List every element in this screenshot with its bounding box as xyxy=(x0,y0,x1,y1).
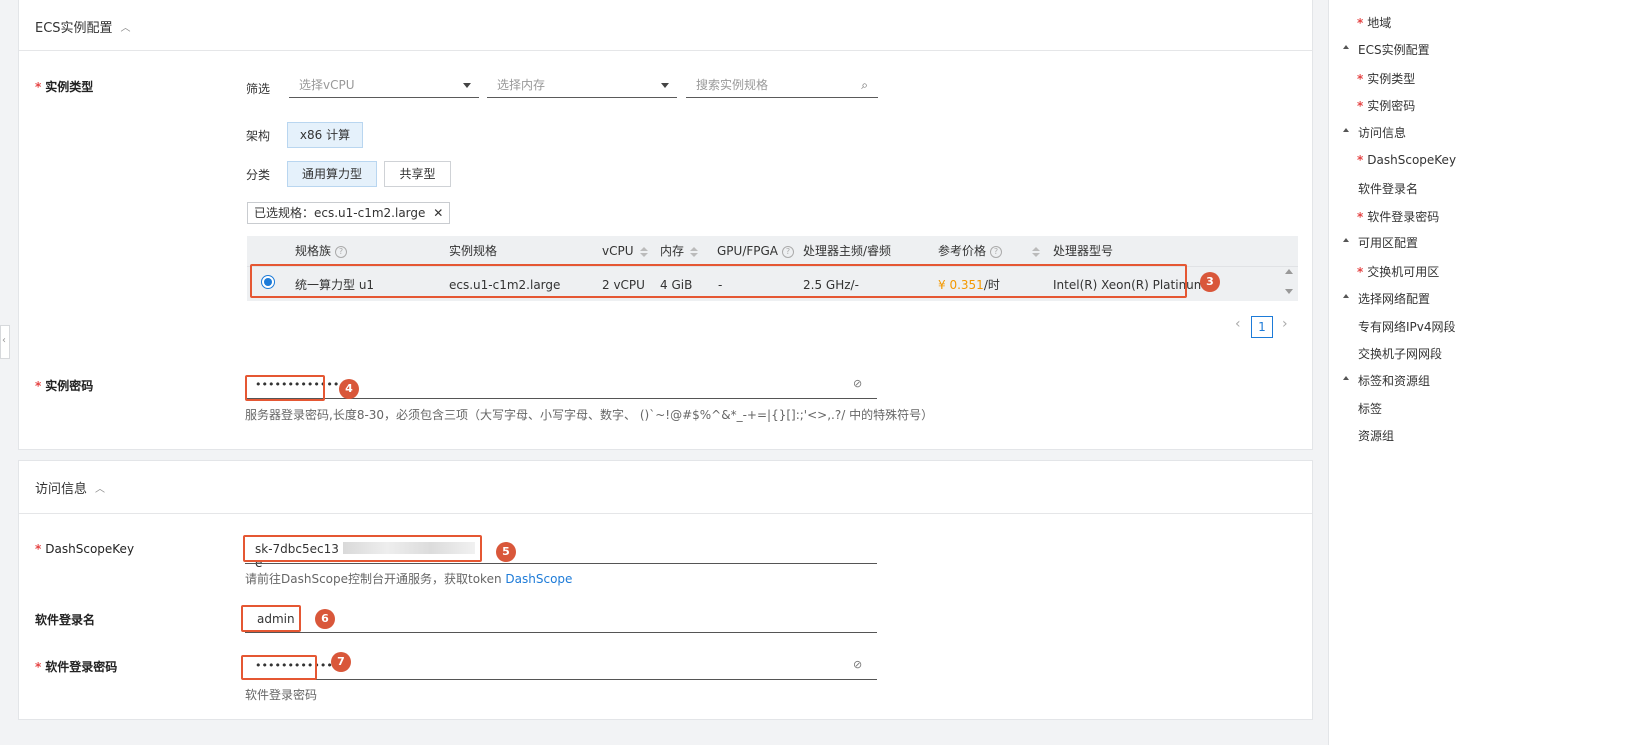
nav-group-tags[interactable]: 标签和资源组 xyxy=(1358,372,1430,389)
access-info-header[interactable]: 访问信息 ︿ xyxy=(35,461,105,513)
annotation-badge-3: 3 xyxy=(1200,272,1220,292)
divider xyxy=(19,50,1312,51)
caret-down-icon xyxy=(463,83,471,88)
eye-hidden-icon[interactable]: ⊘ xyxy=(853,658,862,671)
ecs-config-header[interactable]: ECS实例配置 ︿ xyxy=(35,0,131,52)
caret-up-icon xyxy=(1343,128,1349,132)
nav-item-instance-password[interactable]: * 实例密码 xyxy=(1357,97,1415,114)
pager-prev-icon[interactable]: ‹ xyxy=(1235,316,1241,332)
selected-spec-text: 已选规格：ecs.u1-c1m2.large xyxy=(254,206,426,220)
th-spec: 实例规格 xyxy=(449,244,498,258)
filter-label: 筛选 xyxy=(246,82,271,96)
anchor-sidebar: * 地域 ECS实例配置 * 实例类型 * 实例密码 访问信息 * DashScopeK… xyxy=(1328,0,1636,745)
annotation-box-7 xyxy=(241,655,317,680)
section-title: 访问信息 xyxy=(35,482,88,497)
th-gpu: GPU/FPGA? xyxy=(717,234,795,268)
pager-page-1[interactable]: 1 xyxy=(1251,316,1273,338)
caret-up-icon xyxy=(1343,376,1349,380)
help-icon: ? xyxy=(990,246,1003,258)
th-cpu-model: 处理器型号 xyxy=(1053,244,1114,258)
login-name-underline xyxy=(245,632,877,633)
dashscope-link[interactable]: DashScope xyxy=(505,572,572,586)
dashscope-key-label: * DashScopeKey xyxy=(35,542,135,556)
table-header: 规格族? 实例规格 vCPU 内存 GPU/FPGA? 处理器主频/睿频 参考价… xyxy=(247,236,1298,266)
sort-icon[interactable] xyxy=(1032,247,1041,257)
divider xyxy=(19,513,1312,514)
annotation-box-5 xyxy=(243,535,482,562)
search-placeholder: 搜索实例规格 xyxy=(696,78,769,92)
th-memory: 内存 xyxy=(660,234,699,268)
dashscope-hint: 请前往DashScope控制台开通服务，获取token DashScope xyxy=(245,572,573,586)
nav-group-zone[interactable]: 可用区配置 xyxy=(1358,234,1418,251)
annotation-badge-4: 4 xyxy=(339,379,359,399)
access-info-card: 访问信息︿ *DashScopeKey sk-7dbc5ec13 e 5 请前往… xyxy=(18,460,1313,720)
th-vcpu: vCPU xyxy=(602,234,648,268)
nav-item-region[interactable]: * 地域 xyxy=(1357,14,1391,31)
category-label: 分类 xyxy=(246,168,271,182)
arch-label: 架构 xyxy=(246,129,271,143)
password-hint: 服务器登录密码,长度8-30，必须包含三项（大写字母、小写字母、数字、 ()`~… xyxy=(245,408,934,422)
th-family: 规格族? xyxy=(295,234,348,268)
instance-type-label: * 实例类型 xyxy=(35,80,94,94)
arch-option-x86[interactable]: x86 计算 xyxy=(287,122,363,148)
table-scrollbar[interactable] xyxy=(1283,269,1295,299)
memory-select-placeholder: 选择内存 xyxy=(497,78,546,92)
nav-item-vswitch-cidr[interactable]: 交换机子网网段 xyxy=(1358,345,1442,362)
nav-group-ecs[interactable]: ECS实例配置 xyxy=(1358,41,1430,58)
selected-spec-tag: 已选规格：ecs.u1-c1m2.large ✕ xyxy=(247,202,451,224)
chevron-left-icon: ‹ xyxy=(2,335,6,346)
help-icon: ? xyxy=(335,246,348,258)
nav-item-vpc-cidr[interactable]: 专有网络IPv4网段 xyxy=(1358,318,1456,335)
vcpu-select[interactable]: 选择vCPU xyxy=(289,72,479,98)
close-icon[interactable]: ✕ xyxy=(433,206,443,220)
category-option-shared[interactable]: 共享型 xyxy=(384,161,451,187)
password-underline xyxy=(245,398,877,399)
nav-item-login-name[interactable]: 软件登录名 xyxy=(1358,180,1418,197)
spec-search-input[interactable]: 搜索实例规格 ⌕ xyxy=(686,72,878,98)
annotation-box-6 xyxy=(241,605,301,632)
help-icon: ? xyxy=(782,246,795,258)
nav-item-dashscope-key[interactable]: * DashScopeKey xyxy=(1357,153,1456,167)
category-option-general[interactable]: 通用算力型 xyxy=(287,161,377,187)
nav-item-switch-zone[interactable]: * 交换机可用区 xyxy=(1357,263,1439,280)
th-freq: 处理器主频/睿频 xyxy=(803,244,892,258)
login-password-hint: 软件登录密码 xyxy=(245,688,318,702)
caret-up-icon xyxy=(1343,238,1349,242)
sort-icon[interactable] xyxy=(690,247,699,257)
sort-icon[interactable] xyxy=(639,247,648,257)
caret-down-icon xyxy=(661,83,669,88)
annotation-badge-5: 5 xyxy=(496,542,516,562)
nav-item-tags[interactable]: 标签 xyxy=(1358,400,1382,417)
section-title: ECS实例配置 xyxy=(35,21,113,36)
th-price: 参考价格? xyxy=(938,234,1041,268)
nav-group-network[interactable]: 选择网络配置 xyxy=(1358,290,1430,307)
annotation-badge-6: 6 xyxy=(315,609,335,629)
search-icon[interactable]: ⌕ xyxy=(861,72,868,98)
dashscope-underline xyxy=(245,563,877,564)
annotation-box-4 xyxy=(245,375,325,401)
annotation-badge-7: 7 xyxy=(331,652,351,672)
pager-next-icon[interactable]: › xyxy=(1282,316,1288,332)
scroll-down-icon[interactable] xyxy=(1285,289,1293,294)
nav-item-login-password[interactable]: * 软件登录密码 xyxy=(1357,208,1439,225)
nav-item-instance-type[interactable]: * 实例类型 xyxy=(1357,70,1415,87)
caret-up-icon xyxy=(1343,45,1349,49)
scroll-up-icon[interactable] xyxy=(1285,269,1293,274)
ecs-config-card: ECS实例配置 ︿ * 实例类型 筛选 选择vCPU 选择内存 搜索实例规格 ⌕ 架… xyxy=(18,0,1313,450)
collapse-handle[interactable]: ‹ xyxy=(0,325,10,359)
login-password-label: * 软件登录密码 xyxy=(35,660,118,674)
chevron-up-icon: ︿ xyxy=(95,484,106,495)
memory-select[interactable]: 选择内存 xyxy=(487,72,677,98)
vcpu-select-placeholder: 选择vCPU xyxy=(299,78,355,92)
eye-hidden-icon[interactable]: ⊘ xyxy=(853,377,862,390)
nav-group-access[interactable]: 访问信息 xyxy=(1358,124,1406,141)
login-password-underline xyxy=(245,679,877,680)
instance-password-label: * 实例密码 xyxy=(35,379,94,393)
caret-up-icon xyxy=(1343,294,1349,298)
nav-item-resource-group[interactable]: 资源组 xyxy=(1358,427,1394,444)
login-name-label: 软件登录名 xyxy=(35,613,96,627)
annotation-box-3 xyxy=(250,264,1187,298)
